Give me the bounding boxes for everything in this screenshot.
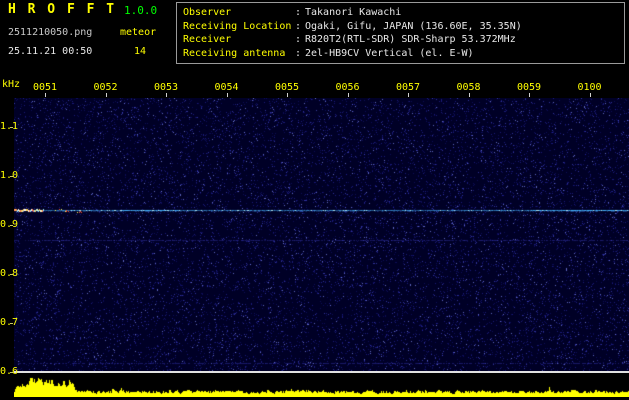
info-separator: : xyxy=(295,34,302,45)
spectrogram-noise-canvas xyxy=(14,98,629,372)
info-separator: : xyxy=(295,20,302,32)
info-value: Ogaki, Gifu, JAPAN (136.60E, 35.35N) xyxy=(305,20,522,32)
echo-count: 14 xyxy=(134,46,147,57)
hrofft-spectrogram-screen: H R O F F T 1.0.0 2511210050.png meteor … xyxy=(0,0,629,400)
observation-datetime: 25.11.21 00:50 xyxy=(8,46,93,57)
info-value: 2el-HB9CV Vertical (el. E-W) xyxy=(305,47,474,59)
info-label: Receiving antenna xyxy=(183,47,286,59)
x-axis-minute-tick xyxy=(529,93,530,97)
info-value: R820T2(RTL-SDR) SDR-Sharp 53.372MHz xyxy=(305,34,516,45)
output-filename: 2511210050.png xyxy=(8,27,93,38)
y-axis-freq-tick xyxy=(10,176,13,177)
info-label: Receiver xyxy=(183,34,232,45)
x-axis-minute-tick xyxy=(589,93,591,97)
x-axis-minute-tick xyxy=(45,93,46,97)
x-axis-minute-tick xyxy=(226,93,228,97)
y-axis-freq-tick xyxy=(10,274,13,275)
info-row-observer: Observer : Takanori Kawachi xyxy=(183,6,618,20)
info-value: Takanori Kawachi xyxy=(305,7,402,18)
signal-level-canvas xyxy=(14,374,629,397)
baseline-line xyxy=(14,371,629,373)
x-axis-minute-tick xyxy=(408,93,409,97)
x-axis-minute-tick xyxy=(468,93,470,97)
y-axis-unit-label: kHz xyxy=(2,79,21,90)
info-separator: : xyxy=(295,47,302,59)
info-row-location: Receiving Location : Ogaki, Gifu, JAPAN … xyxy=(183,20,618,34)
info-row-receiver: Receiver : R820T2(RTL-SDR) SDR-Sharp 53.… xyxy=(183,33,618,47)
x-axis-minute-tick xyxy=(105,93,107,97)
x-axis-minute-tick xyxy=(347,93,349,97)
info-label: Observer xyxy=(183,7,232,18)
app-title: H R O F F T xyxy=(8,2,117,17)
y-axis-freq-tick xyxy=(10,127,13,128)
info-separator: : xyxy=(295,7,302,18)
y-axis-freq-tick xyxy=(10,372,13,373)
app-version: 1.0.0 xyxy=(124,4,158,17)
y-axis-freq-tick xyxy=(10,323,13,324)
info-label: Receiving Location xyxy=(183,20,292,32)
x-axis-minute-tick xyxy=(166,93,167,97)
info-row-antenna: Receiving antenna : 2el-HB9CV Vertical (… xyxy=(183,47,618,61)
x-axis-minute-tick xyxy=(287,93,288,97)
observer-info-box: Observer : Takanori Kawachi Receiving Lo… xyxy=(176,2,625,64)
y-axis-freq-tick xyxy=(10,225,13,226)
mode-label: meteor xyxy=(120,27,157,38)
